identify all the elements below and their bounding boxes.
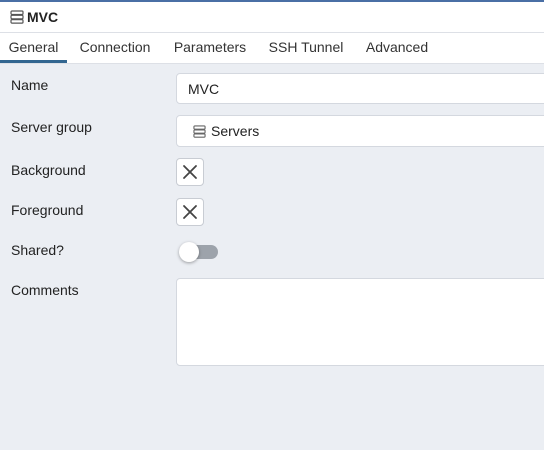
server-group-value: Servers	[211, 123, 260, 139]
name-label: Name	[11, 77, 49, 93]
tab-connection[interactable]: Connection	[71, 33, 159, 63]
comments-label: Comments	[11, 282, 79, 298]
tab-general[interactable]: General	[0, 33, 67, 63]
background-color-picker[interactable]	[176, 158, 204, 186]
toggle-knob	[179, 242, 199, 262]
clear-icon	[183, 205, 197, 219]
name-field-value: MVC	[188, 80, 220, 97]
dialog-title: MVC	[27, 9, 59, 25]
tab-bar: General Connection Parameters SSH Tunnel…	[0, 33, 544, 64]
server-group-label: Server group	[11, 119, 92, 135]
foreground-label: Foreground	[11, 202, 84, 218]
dialog-title-bar: MVC	[0, 0, 544, 33]
background-label: Background	[11, 162, 86, 178]
server-group-icon	[193, 124, 206, 138]
tab-advanced[interactable]: Advanced	[358, 33, 436, 63]
server-group-select[interactable]: Servers	[176, 115, 544, 147]
comments-textarea[interactable]	[176, 278, 544, 366]
clear-icon	[183, 165, 197, 179]
tab-ssh-tunnel[interactable]: SSH Tunnel	[262, 33, 350, 63]
foreground-color-picker[interactable]	[176, 198, 204, 226]
tab-parameters[interactable]: Parameters	[166, 33, 254, 63]
shared-label: Shared?	[11, 242, 64, 258]
server-icon	[10, 10, 24, 24]
shared-toggle[interactable]	[179, 242, 219, 262]
name-field[interactable]: MVC	[176, 73, 544, 104]
